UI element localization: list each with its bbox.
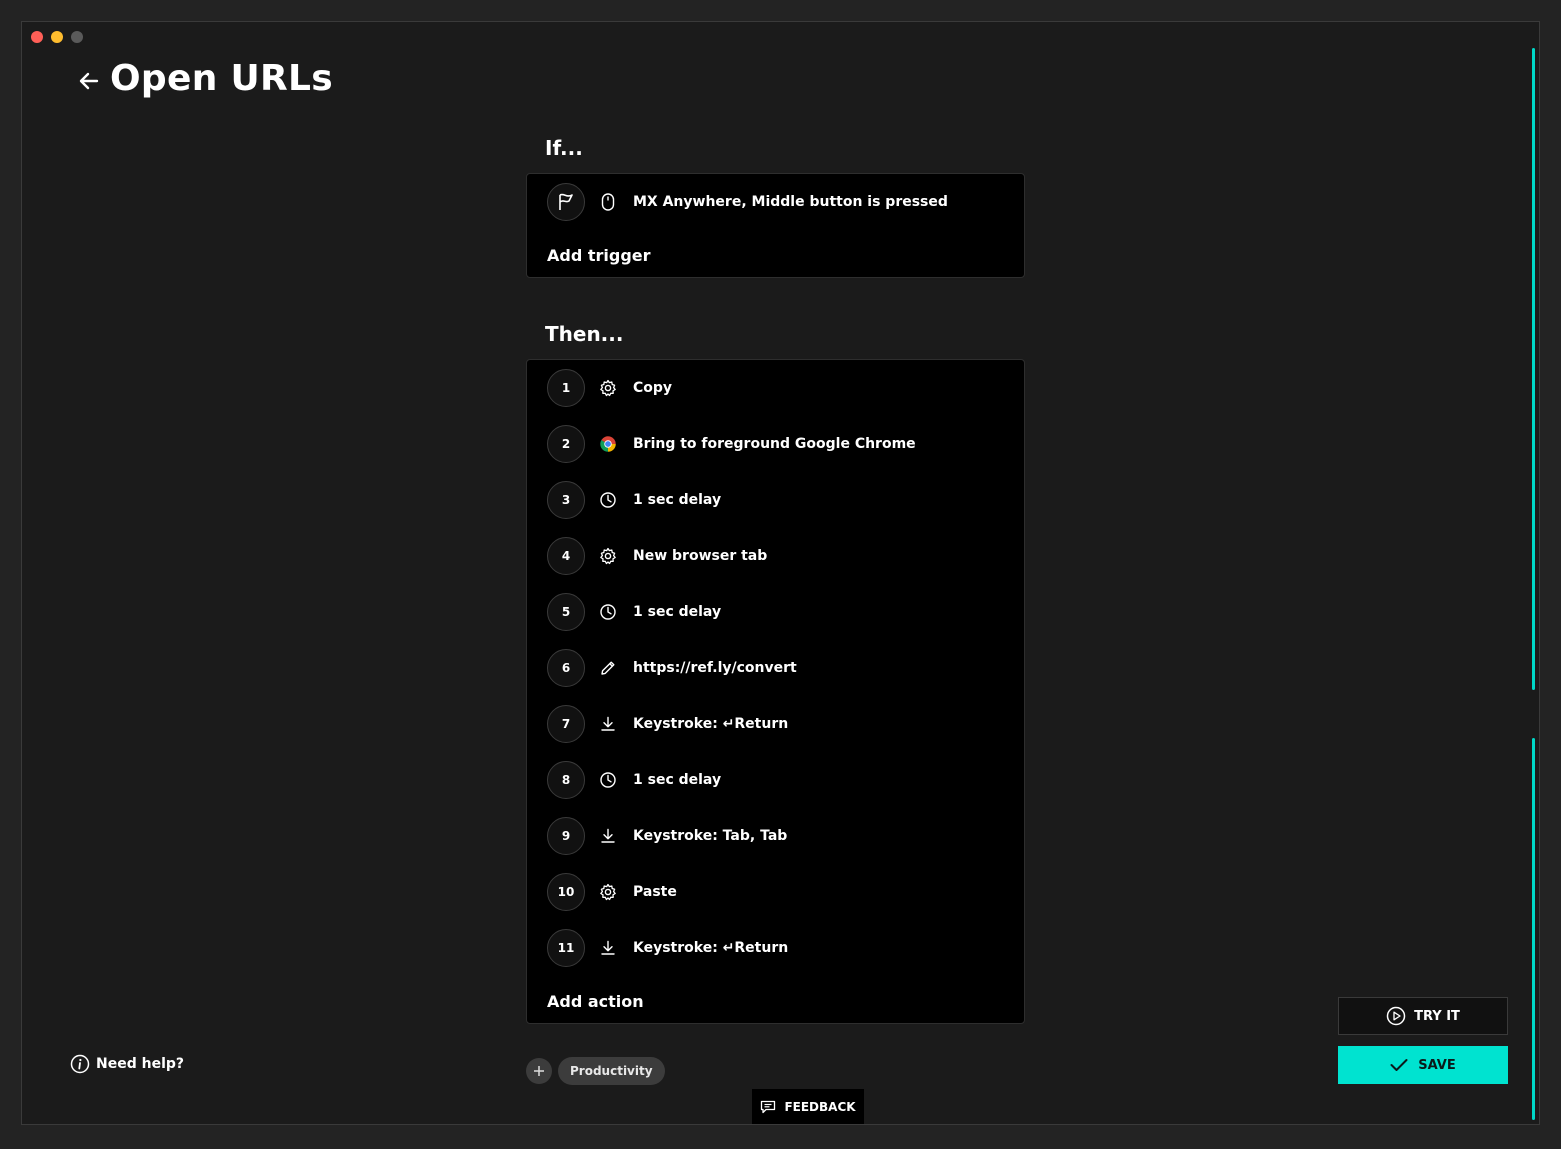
page-title: Open URLs <box>110 58 333 99</box>
plus-icon <box>534 1066 544 1076</box>
scrollbar-accent-bottom[interactable] <box>1532 738 1535 1120</box>
add-tag-button[interactable] <box>526 1058 552 1084</box>
app-window: Open URLs If... MX Anywhere, Middle butt… <box>21 21 1540 1125</box>
action-text: Keystroke: ↵Return <box>633 716 789 732</box>
action-step-number: 11 <box>547 929 585 967</box>
pencil-icon <box>599 659 617 677</box>
feedback-label: FEEDBACK <box>784 1100 856 1114</box>
window-controls <box>31 31 83 43</box>
action-step-number: 9 <box>547 817 585 855</box>
close-window-button[interactable] <box>31 31 43 43</box>
trigger-row[interactable]: MX Anywhere, Middle button is pressed <box>547 182 948 222</box>
tag-chip-productivity[interactable]: Productivity <box>558 1057 665 1085</box>
action-text: Copy <box>633 380 673 396</box>
need-help-link[interactable]: Need help? <box>70 1054 184 1074</box>
action-row[interactable]: 2 Bring to foreground Google Chrome <box>547 424 916 464</box>
action-step-number: 3 <box>547 481 585 519</box>
action-text: 1 sec delay <box>633 772 722 788</box>
clock-icon <box>599 603 617 621</box>
then-label: Then... <box>545 322 624 346</box>
action-step-number: 6 <box>547 649 585 687</box>
checkmark-icon <box>1390 1059 1408 1071</box>
action-row[interactable]: 4 New browser tab <box>547 536 767 576</box>
maximize-window-button[interactable] <box>71 31 83 43</box>
action-step-number: 4 <box>547 537 585 575</box>
action-row[interactable]: 6 https://ref.ly/convert <box>547 648 797 688</box>
if-label: If... <box>545 136 583 160</box>
action-row[interactable]: 9 Keystroke: Tab, Tab <box>547 816 787 856</box>
try-it-label: TRY IT <box>1414 1008 1460 1024</box>
clock-icon <box>599 491 617 509</box>
trigger-text: MX Anywhere, Middle button is pressed <box>633 194 948 210</box>
action-row[interactable]: 11 Keystroke: ↵Return <box>547 928 788 968</box>
clock-icon <box>599 771 617 789</box>
action-row[interactable]: 10 Paste <box>547 872 677 912</box>
chat-icon <box>761 1100 776 1114</box>
action-row[interactable]: 1 Copy <box>547 368 672 408</box>
flag-icon <box>559 193 573 210</box>
play-circle-icon <box>1386 1006 1406 1026</box>
action-text: Bring to foreground Google Chrome <box>633 436 916 452</box>
need-help-label: Need help? <box>96 1056 185 1072</box>
back-arrow-icon[interactable] <box>78 70 100 92</box>
gear-icon <box>599 379 617 397</box>
minimize-window-button[interactable] <box>51 31 63 43</box>
chrome-icon <box>599 435 617 453</box>
action-text: Keystroke: Tab, Tab <box>633 828 788 844</box>
scrollbar-accent-top <box>1532 48 1535 690</box>
download-icon <box>599 715 617 733</box>
action-row[interactable]: 5 1 sec delay <box>547 592 721 632</box>
try-it-button[interactable]: TRY IT <box>1338 997 1508 1035</box>
action-text: New browser tab <box>633 548 768 564</box>
download-icon <box>599 827 617 845</box>
download-icon <box>599 939 617 957</box>
trigger-flag-badge <box>547 183 585 221</box>
action-step-number: 7 <box>547 705 585 743</box>
action-text: https://ref.ly/convert <box>633 660 797 676</box>
action-text: Keystroke: ↵Return <box>633 940 789 956</box>
add-trigger-link[interactable]: Add trigger <box>547 246 651 265</box>
feedback-button[interactable]: FEEDBACK <box>752 1089 864 1124</box>
actions-card: Add action 1 Copy 2 Bring to foreground Goo… <box>526 359 1025 1024</box>
trigger-card: MX Anywhere, Middle button is pressed Ad… <box>526 173 1025 278</box>
action-step-number: 8 <box>547 761 585 799</box>
action-step-number: 1 <box>547 369 585 407</box>
info-icon <box>70 1054 90 1074</box>
add-action-link[interactable]: Add action <box>547 992 644 1011</box>
action-row[interactable]: 8 1 sec delay <box>547 760 721 800</box>
mouse-icon <box>599 193 617 211</box>
save-label: SAVE <box>1418 1057 1456 1073</box>
action-row[interactable]: 7 Keystroke: ↵Return <box>547 704 788 744</box>
gear-icon <box>599 547 617 565</box>
action-step-number: 10 <box>547 873 585 911</box>
action-text: 1 sec delay <box>633 492 722 508</box>
action-step-number: 5 <box>547 593 585 631</box>
action-row[interactable]: 3 1 sec delay <box>547 480 721 520</box>
save-button[interactable]: SAVE <box>1338 1046 1508 1084</box>
gear-icon <box>599 883 617 901</box>
action-step-number: 2 <box>547 425 585 463</box>
action-text: Paste <box>633 884 677 900</box>
action-text: 1 sec delay <box>633 604 722 620</box>
